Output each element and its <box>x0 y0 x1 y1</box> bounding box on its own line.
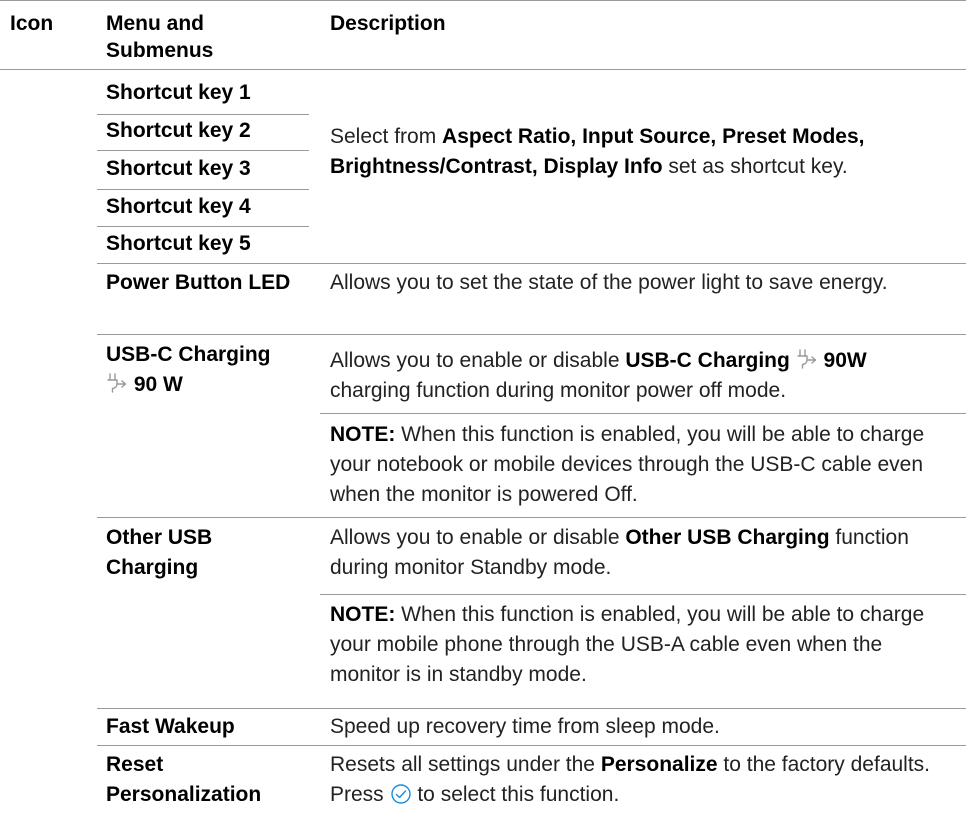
fast-wakeup-description: Speed up recovery time from sleep mode. <box>330 715 720 738</box>
usbc-menu-line2: 90 W <box>106 370 311 400</box>
row-divider <box>320 594 966 595</box>
header-menu: Menu and Submenus <box>106 10 306 64</box>
header-bottom-rule <box>0 69 966 70</box>
table-top-rule <box>0 0 966 1</box>
reset-bold-label: Personalize <box>600 753 718 776</box>
row-divider <box>320 413 966 414</box>
shortcut-description: Select from Aspect Ratio, Input Source, … <box>330 125 865 178</box>
menu-power-button-led: Power Button LED <box>106 271 291 294</box>
usb-power-icon <box>106 372 128 394</box>
menu-other-usb-charging: Other USB Charging <box>106 526 213 579</box>
check-circle-icon <box>390 783 412 805</box>
other-usb-note-label: NOTE: <box>330 603 396 626</box>
menu-usbc-charging: USB-C Charging 90 W <box>106 340 311 400</box>
menu-shortcut-key-5: Shortcut key 5 <box>106 232 251 255</box>
usbc-bold-label: USB-C Charging <box>625 349 790 372</box>
row-divider <box>97 150 309 151</box>
usbc-watt: 90 W <box>133 373 183 396</box>
usbc-menu-line1: USB-C Charging <box>106 343 271 366</box>
menu-shortcut-key-2: Shortcut key 2 <box>106 119 251 142</box>
header-description: Description <box>330 12 446 35</box>
other-usb-bold-label: Other USB Charging <box>625 526 830 549</box>
usbc-note-label: NOTE: <box>330 423 396 446</box>
menu-shortcut-key-3: Shortcut key 3 <box>106 157 251 180</box>
row-divider <box>97 708 966 709</box>
header-menu-line2: Submenus <box>106 39 214 62</box>
menu-shortcut-key-4: Shortcut key 4 <box>106 195 251 218</box>
row-divider <box>97 189 309 190</box>
reset-description: Resets all settings under the Personaliz… <box>330 753 931 806</box>
header-menu-line1: Menu and <box>106 12 204 35</box>
usbc-description: Allows you to enable or disable USB-C Ch… <box>330 348 867 402</box>
menu-shortcut-key-1: Shortcut key 1 <box>106 81 251 104</box>
row-divider <box>97 745 966 746</box>
other-usb-note: NOTE: When this function is enabled, you… <box>330 603 925 686</box>
menu-fast-wakeup: Fast Wakeup <box>106 715 235 738</box>
row-divider <box>97 517 966 518</box>
menu-reset-personalization: Reset Personalization <box>106 753 262 806</box>
usbc-note: NOTE: When this function is enabled, you… <box>330 423 925 506</box>
row-divider <box>97 114 309 115</box>
usb-power-icon <box>796 348 818 370</box>
usbc-watt-bold: 90W <box>823 349 867 372</box>
row-divider <box>97 263 966 264</box>
header-icon: Icon <box>10 12 54 35</box>
power-led-description: Allows you to set the state of the power… <box>330 271 888 294</box>
other-usb-description: Allows you to enable or disable Other US… <box>330 526 909 579</box>
row-divider <box>97 226 309 227</box>
row-divider <box>97 334 966 335</box>
